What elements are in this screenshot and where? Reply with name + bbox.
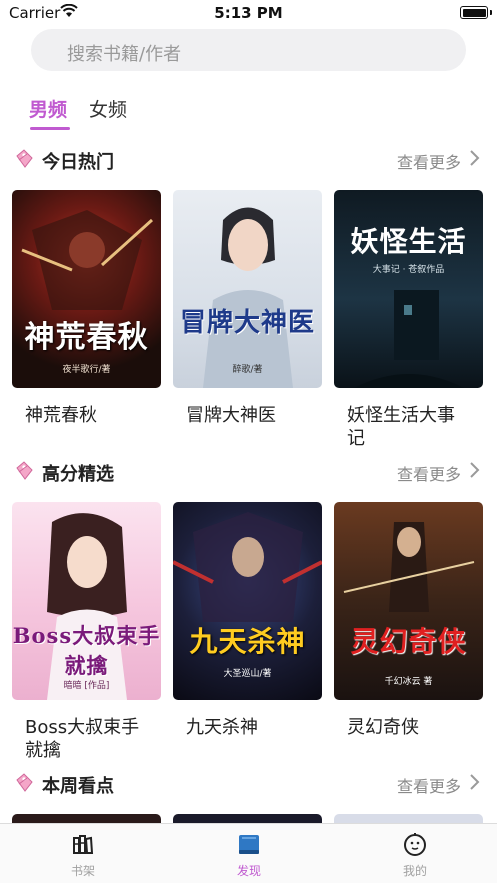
tabbar-label: 发现 [236, 864, 261, 878]
chevron-right-icon[interactable] [469, 773, 481, 791]
tabbar-item-bookshelf[interactable]: 书架 [0, 824, 166, 883]
cover-author: 大圣巡山/著 [223, 669, 272, 679]
cover-title: 灵幻奇侠 [350, 625, 467, 658]
section-header-weekly: 本周看点 查看更多 [0, 770, 497, 800]
book-cover[interactable]: 冒牌大神医 醉歌/著 [173, 190, 322, 388]
cover-title: 妖怪生活 [350, 225, 467, 258]
bookshelf-icon [73, 835, 94, 854]
section-title: 本周看点 [42, 776, 114, 797]
book-title[interactable]: Boss大叔束手就擒 [25, 716, 145, 762]
book-title[interactable]: 九天杀神 [186, 716, 306, 739]
cover-title: 冒牌大神医 [179, 308, 315, 338]
see-more-link[interactable]: 查看更多 [397, 773, 461, 797]
cover-author: 千幻冰云 著 [384, 677, 433, 687]
bookmark-tag-icon [16, 461, 33, 480]
profile-face-icon [404, 833, 426, 856]
tabbar-item-discover[interactable]: 发现 [166, 824, 332, 883]
cover-author: 夜半歌行/著 [62, 365, 111, 375]
status-bar: Carrier 5:13 PM [0, 0, 497, 26]
book-cover[interactable]: 神荒春秋 夜半歌行/著 [12, 190, 161, 388]
clock: 5:13 PM [214, 4, 283, 22]
book-title[interactable]: 灵幻奇侠 [347, 716, 467, 739]
bottom-tab-bar: 书架 发现 我的 [0, 823, 497, 883]
chevron-right-icon[interactable] [469, 461, 481, 479]
bookmark-tag-icon [16, 773, 33, 792]
book-title[interactable]: 妖怪生活大事记 [347, 404, 467, 450]
section-title: 高分精选 [42, 464, 114, 485]
book-cover[interactable]: 妖怪生活 大事记 · 苍叙作品 [334, 190, 483, 388]
cover-author: 醉歌/著 [232, 365, 263, 375]
book-cover[interactable]: 九天杀神 大圣巡山/著 [173, 502, 322, 700]
tabbar-item-mine[interactable]: 我的 [332, 824, 497, 883]
warrior-illustration [21, 210, 154, 310]
tab-female[interactable]: 女频 [89, 95, 127, 122]
battery-cap [490, 10, 492, 15]
book-cover[interactable]: Boss大叔束手就擒 暗暗 [作品] [12, 502, 161, 700]
cover-title: 神荒春秋 [24, 320, 149, 355]
hero-illustration [343, 522, 475, 612]
book-title[interactable]: 冒牌大神医 [186, 404, 306, 427]
discover-book-icon [239, 835, 259, 854]
see-more-link[interactable]: 查看更多 [397, 461, 461, 485]
cover-author: 暗暗 [作品] [63, 681, 110, 691]
see-more-link[interactable]: 查看更多 [397, 149, 461, 173]
tab-active-indicator [30, 127, 70, 130]
section-header-high-score: 高分精选 查看更多 [0, 458, 497, 488]
bookmark-tag-icon [16, 149, 33, 168]
book-title[interactable]: 神荒春秋 [25, 404, 145, 427]
book-cover[interactable]: 灵幻奇侠 千幻冰云 著 [334, 502, 483, 700]
battery-icon [460, 6, 488, 19]
search-input[interactable]: 搜索书籍/作者 [31, 29, 466, 71]
tab-male[interactable]: 男频 [29, 95, 67, 122]
cover-title: Boss大叔束手就擒 [12, 623, 161, 678]
cover-author: 大事记 · 苍叙作品 [372, 265, 445, 275]
section-header-hot-today: 今日热门 查看更多 [0, 146, 497, 176]
search-placeholder: 搜索书籍/作者 [67, 44, 182, 65]
tabbar-label: 我的 [402, 864, 427, 878]
tabbar-label: 书架 [70, 864, 95, 878]
section-title: 今日热门 [42, 152, 114, 173]
chevron-right-icon[interactable] [469, 149, 481, 167]
cover-title: 九天杀神 [189, 625, 306, 658]
portrait-illustration [203, 207, 293, 388]
